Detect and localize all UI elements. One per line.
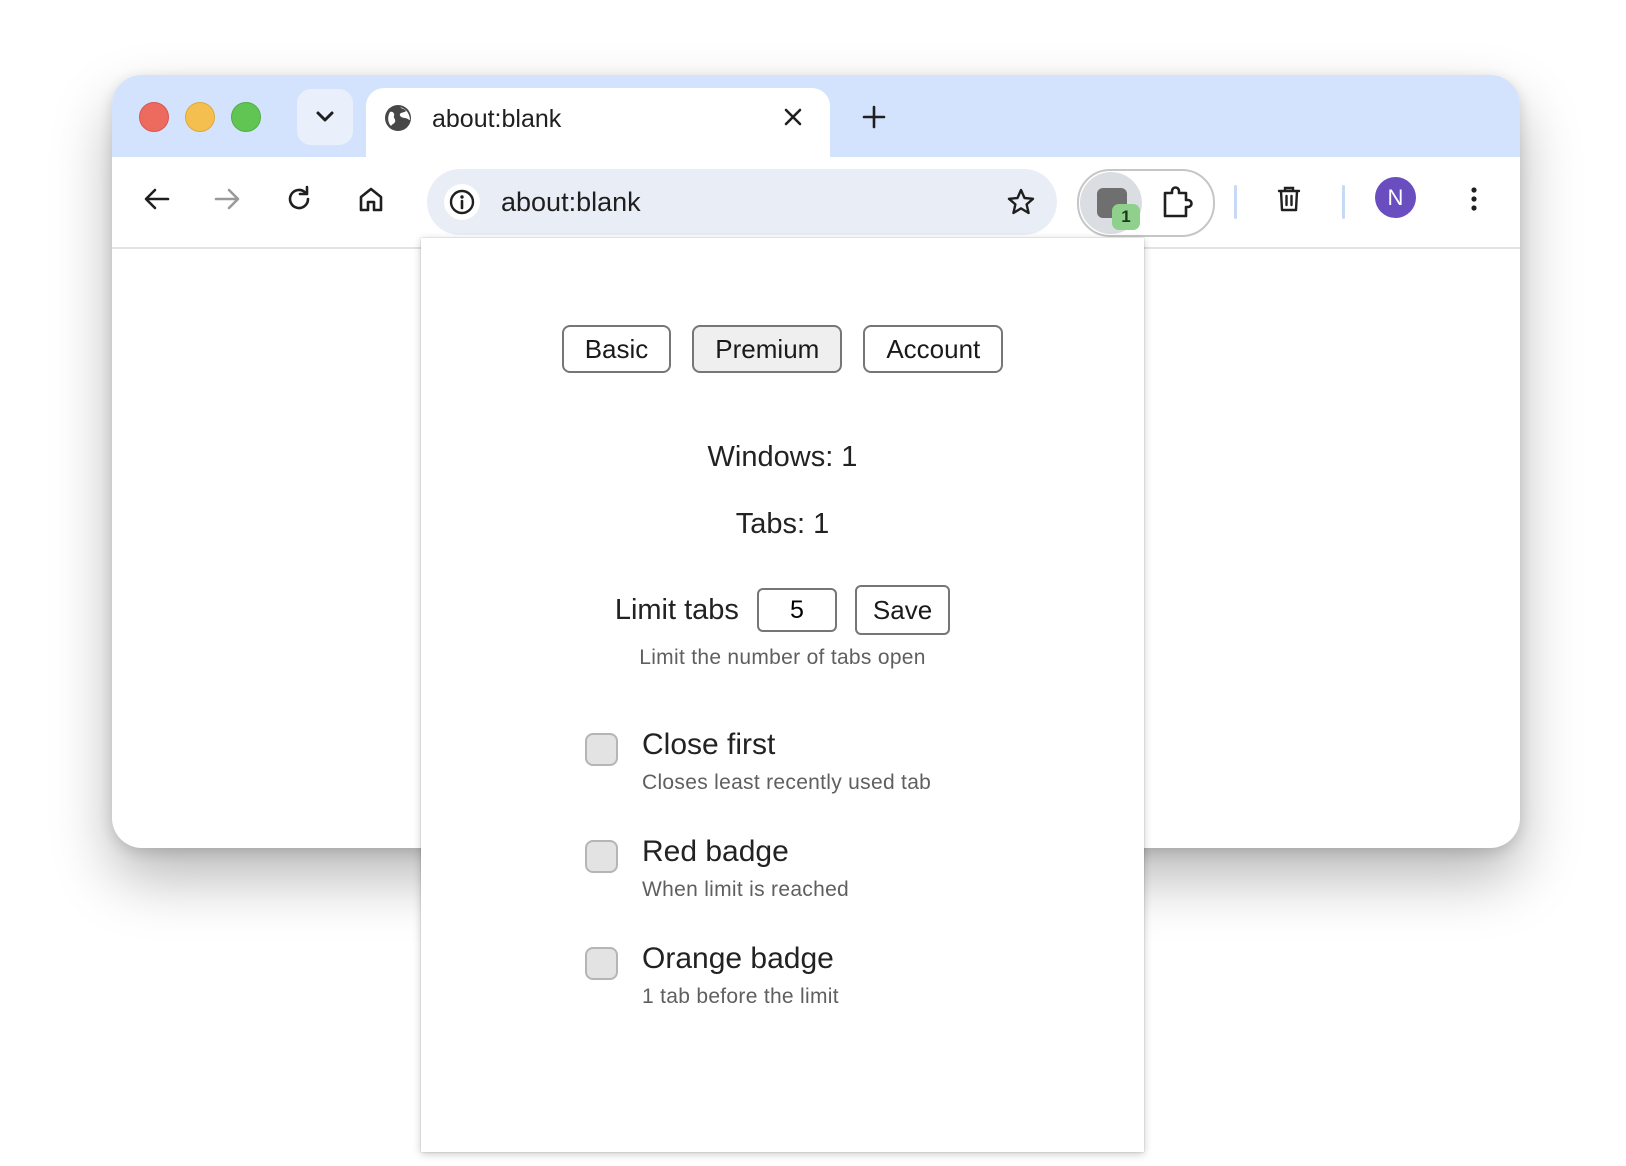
limit-label: Limit tabs bbox=[614, 593, 739, 626]
profile-avatar[interactable]: N bbox=[1375, 177, 1416, 218]
address-bar-url: about:blank bbox=[501, 187, 641, 217]
extension-badge: 1 bbox=[1112, 204, 1140, 230]
menu-button[interactable] bbox=[1452, 177, 1496, 221]
toolbar-divider bbox=[1234, 185, 1237, 219]
red-badge-checkbox[interactable] bbox=[585, 840, 618, 873]
close-first-checkbox[interactable] bbox=[585, 733, 618, 766]
limit-hint: Limit the number of tabs open bbox=[639, 646, 926, 669]
orange-badge-checkbox[interactable] bbox=[585, 947, 618, 980]
chevron-down-icon bbox=[316, 111, 334, 122]
puzzle-icon[interactable] bbox=[1159, 185, 1195, 221]
tab-search-button[interactable] bbox=[297, 89, 353, 145]
bookmark-button[interactable] bbox=[1003, 184, 1039, 220]
more-vertical-icon bbox=[1471, 187, 1477, 211]
tabs-count: Tabs: 1 bbox=[735, 508, 830, 540]
limit-row: Limit tabs Save bbox=[421, 585, 1144, 635]
toolbar: about:blank 1 N bbox=[112, 157, 1520, 249]
tab-account[interactable]: Account bbox=[863, 325, 1004, 373]
tab-strip: about:blank bbox=[112, 75, 1520, 170]
star-icon bbox=[1007, 188, 1035, 215]
home-button[interactable] bbox=[349, 177, 393, 221]
option-description: Closes least recently used tab bbox=[642, 771, 932, 794]
arrow-left-icon bbox=[144, 188, 170, 210]
popup-tabs: Basic Premium Account bbox=[421, 325, 1144, 373]
close-icon bbox=[784, 108, 802, 126]
back-button[interactable] bbox=[135, 177, 179, 221]
save-button[interactable]: Save bbox=[854, 585, 951, 635]
reload-button[interactable] bbox=[277, 177, 321, 221]
minimize-window-button[interactable] bbox=[185, 102, 215, 132]
plus-icon bbox=[862, 105, 886, 129]
info-icon bbox=[449, 189, 475, 215]
option-description: When limit is reached bbox=[642, 878, 850, 901]
tab-close-button[interactable] bbox=[778, 102, 808, 132]
option-description: 1 tab before the limit bbox=[642, 985, 839, 1008]
option-title: Orange badge bbox=[642, 942, 834, 975]
option-title: Close first bbox=[642, 728, 776, 761]
address-bar[interactable]: about:blank bbox=[427, 169, 1057, 235]
extensions-group: 1 bbox=[1077, 169, 1215, 237]
delete-button[interactable] bbox=[1267, 177, 1311, 221]
new-tab-button[interactable] bbox=[854, 97, 894, 137]
arrow-right-icon bbox=[214, 188, 240, 210]
tab-title: about:blank bbox=[432, 105, 562, 133]
forward-button[interactable] bbox=[205, 177, 249, 221]
windows-count: Windows: 1 bbox=[707, 441, 858, 473]
tab-limit-extension-button[interactable]: 1 bbox=[1080, 172, 1142, 234]
maximize-window-button[interactable] bbox=[231, 102, 261, 132]
globe-icon bbox=[385, 105, 411, 131]
site-info-button[interactable] bbox=[444, 184, 480, 220]
limit-input[interactable] bbox=[756, 588, 837, 632]
tab-basic[interactable]: Basic bbox=[561, 325, 672, 373]
trash-icon bbox=[1277, 186, 1301, 212]
tab-premium[interactable]: Premium bbox=[692, 325, 843, 373]
home-icon bbox=[359, 187, 383, 212]
extension-popup: Basic Premium Account Windows: 1 Tabs: 1… bbox=[421, 238, 1144, 1152]
toolbar-divider bbox=[1342, 185, 1345, 219]
reload-icon bbox=[288, 185, 310, 210]
option-title: Red badge bbox=[642, 835, 789, 868]
close-window-button[interactable] bbox=[139, 102, 169, 132]
